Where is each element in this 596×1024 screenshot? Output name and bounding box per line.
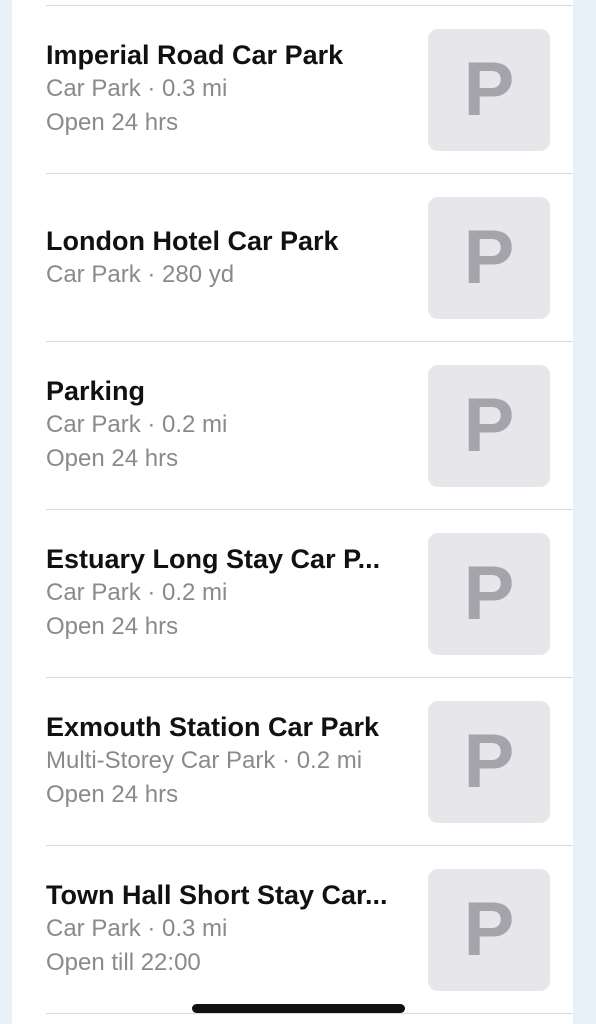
result-hours: Open 24 hrs	[46, 781, 179, 808]
result-text: Town Hall Short Stay Car... Car Park · 0…	[46, 878, 416, 980]
parking-thumbnail: P	[428, 365, 550, 487]
result-detail: Car Park · 0.2 mi	[46, 411, 228, 438]
result-text: London Hotel Car Park Car Park · 280 yd	[46, 224, 416, 292]
result-title: Imperial Road Car Park	[46, 40, 344, 70]
result-text: Parking Car Park · 0.2 mi Open 24 hrs	[46, 374, 416, 476]
parking-thumbnail: P	[428, 701, 550, 823]
result-detail: Car Park · 0.3 mi	[46, 75, 228, 102]
result-text: Exmouth Station Car Park Multi-Storey Ca…	[46, 710, 416, 812]
result-title: Estuary Long Stay Car P...	[46, 544, 381, 574]
parking-icon: P	[463, 551, 515, 636]
parking-icon: P	[463, 383, 515, 468]
result-hours: Open 24 hrs	[46, 613, 179, 640]
result-hours: Open till 22:00	[46, 949, 201, 976]
parking-icon: P	[463, 719, 515, 804]
result-row[interactable]: London Hotel Car Park Car Park · 280 yd …	[46, 174, 573, 342]
result-title: Exmouth Station Car Park	[46, 712, 380, 742]
result-text: Estuary Long Stay Car P... Car Park · 0.…	[46, 542, 416, 644]
result-text: Imperial Road Car Park Car Park · 0.3 mi…	[46, 38, 416, 140]
parking-icon: P	[463, 215, 515, 300]
result-detail: Car Park · 0.2 mi	[46, 579, 228, 606]
result-row[interactable]: Exmouth Station Car Park Multi-Storey Ca…	[46, 678, 573, 846]
result-title: Parking	[46, 376, 146, 406]
result-title: Town Hall Short Stay Car...	[46, 880, 388, 910]
parking-thumbnail: P	[428, 869, 550, 991]
result-row[interactable]: Imperial Road Car Park Car Park · 0.3 mi…	[46, 6, 573, 174]
parking-icon: P	[463, 47, 515, 132]
result-detail: Car Park · 0.3 mi	[46, 915, 228, 942]
result-hours: Open 24 hrs	[46, 109, 179, 136]
result-list: Imperial Road Car Park Car Park · 0.3 mi…	[12, 6, 573, 1014]
parking-thumbnail: P	[428, 29, 550, 151]
result-hours: Open 24 hrs	[46, 445, 179, 472]
result-row[interactable]: Estuary Long Stay Car P... Car Park · 0.…	[46, 510, 573, 678]
results-sheet: Imperial Road Car Park Car Park · 0.3 mi…	[12, 0, 573, 1024]
parking-thumbnail: P	[428, 197, 550, 319]
result-title: London Hotel Car Park	[46, 226, 339, 256]
result-detail: Multi-Storey Car Park · 0.2 mi	[46, 747, 363, 774]
parking-thumbnail: P	[428, 533, 550, 655]
parking-icon: P	[463, 887, 515, 972]
result-detail: Car Park · 280 yd	[46, 261, 235, 288]
result-row[interactable]: Parking Car Park · 0.2 mi Open 24 hrs P	[46, 342, 573, 510]
home-indicator[interactable]	[192, 1004, 405, 1013]
result-row[interactable]: Town Hall Short Stay Car... Car Park · 0…	[46, 846, 573, 1014]
